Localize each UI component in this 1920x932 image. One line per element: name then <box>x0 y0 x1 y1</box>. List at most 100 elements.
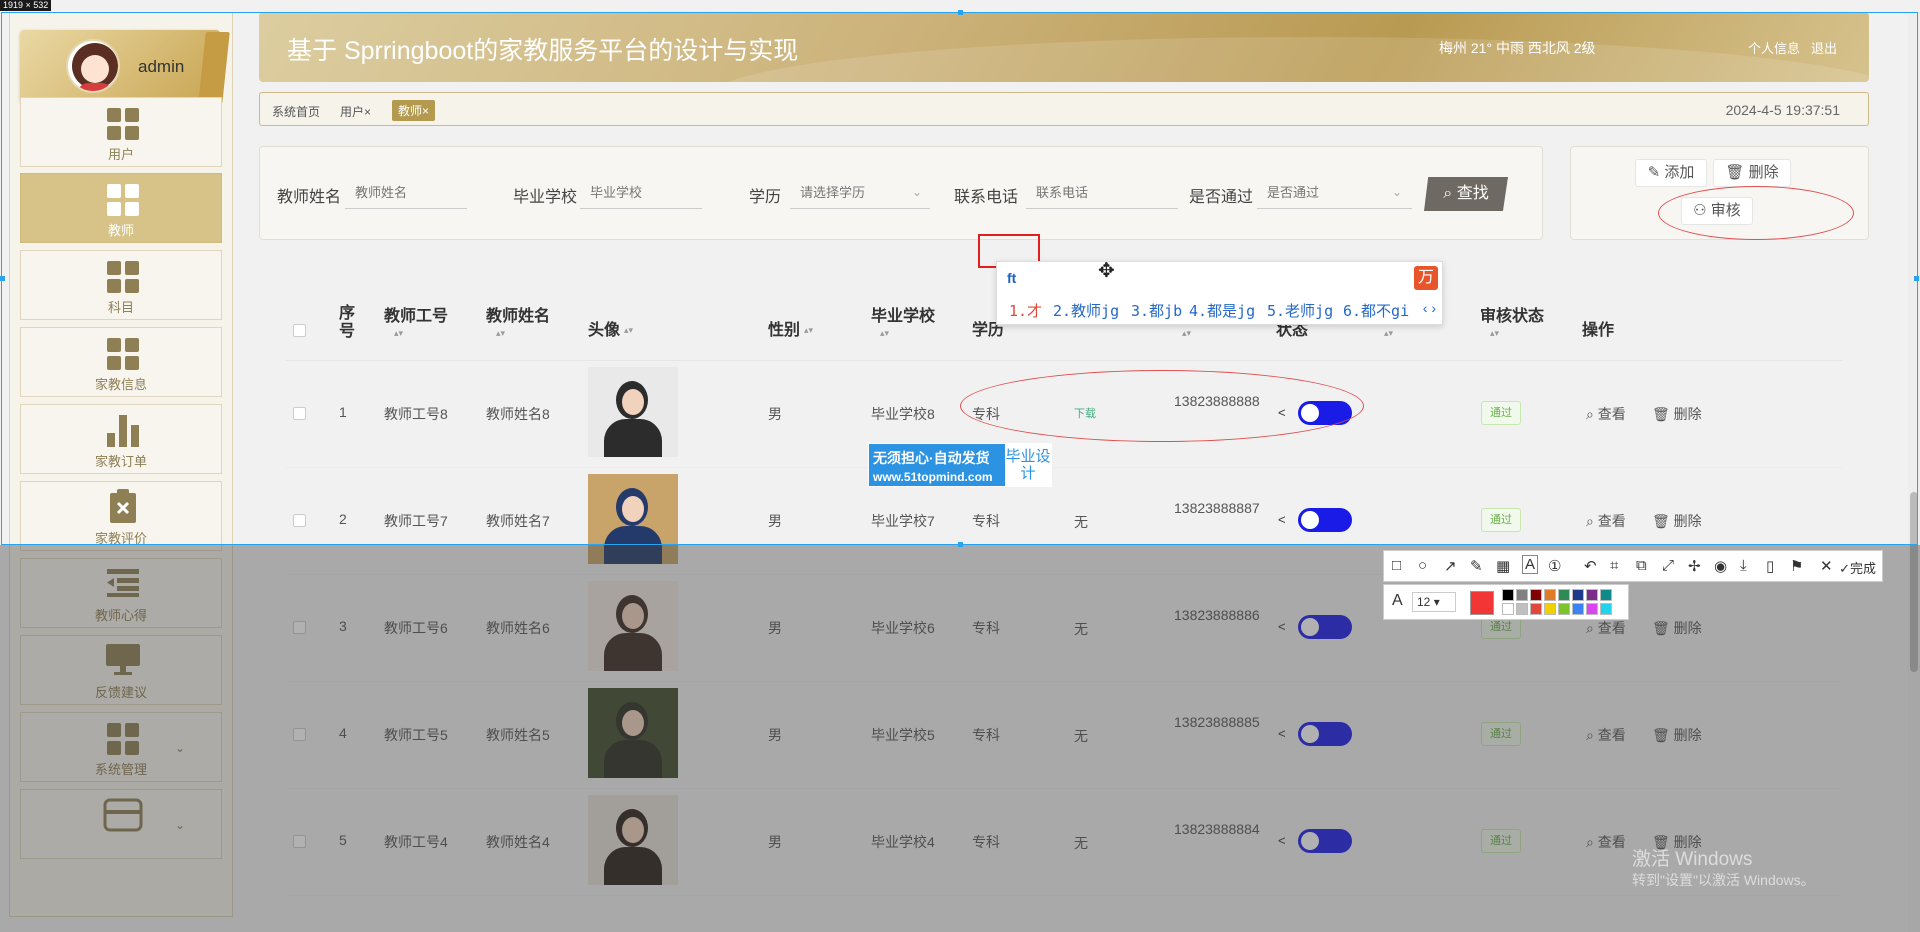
status-toggle[interactable] <box>1298 401 1352 425</box>
ime-candidate[interactable]: 6.都不gi <box>1343 300 1409 321</box>
profile-link[interactable]: 个人信息 <box>1748 38 1800 57</box>
translate-icon[interactable]: ⧉ <box>1636 557 1647 574</box>
th-review-status[interactable]: 审核状态 <box>1480 302 1544 326</box>
sidebar-item-tutoring-orders[interactable]: 家教订单 <box>20 404 222 474</box>
sidebar-item-more[interactable]: ⌄ <box>20 789 222 859</box>
sidebar-item-system-management[interactable]: ⌄ 系统管理 <box>20 712 222 782</box>
current-color-swatch[interactable] <box>1470 591 1494 615</box>
th-teacher-name[interactable]: 教师姓名 <box>486 302 550 326</box>
done-button[interactable]: ✓完成 <box>1839 558 1876 577</box>
view-button[interactable]: ⌕ 查看 <box>1586 404 1626 424</box>
sidebar-item-teacher-notes[interactable]: 教师心得 <box>20 558 222 628</box>
name-input[interactable] <box>345 177 467 209</box>
share-icon[interactable]: < <box>1278 512 1286 527</box>
text-tool-icon[interactable]: A <box>1522 555 1539 574</box>
share-icon[interactable]: < <box>1278 833 1286 848</box>
row-checkbox[interactable] <box>293 407 306 420</box>
phone-icon[interactable]: ▯ <box>1766 557 1774 575</box>
capture-handle[interactable] <box>958 10 963 15</box>
number-tool-icon[interactable]: ① <box>1548 557 1561 575</box>
pen-tool-icon[interactable]: ✎ <box>1470 557 1483 575</box>
teacher-photo[interactable] <box>588 795 678 885</box>
teacher-photo[interactable] <box>588 688 678 778</box>
row-checkbox[interactable] <box>293 835 306 848</box>
color-swatch[interactable] <box>1544 603 1556 615</box>
ime-candidate[interactable]: 2.教师jg <box>1053 300 1119 321</box>
ellipse-tool-icon[interactable]: ○ <box>1418 557 1427 574</box>
download-icon[interactable]: ⤓ <box>1740 557 1747 574</box>
education-select[interactable] <box>790 177 930 209</box>
sidebar-item-users[interactable]: 用户 <box>20 97 222 167</box>
ocr-icon[interactable]: ⌗ <box>1610 557 1618 574</box>
undo-icon[interactable]: ↶ <box>1584 557 1597 575</box>
select-all-checkbox[interactable] <box>293 324 306 337</box>
share-icon[interactable]: < <box>1278 619 1286 634</box>
share-icon[interactable]: < <box>1278 405 1286 420</box>
status-toggle[interactable] <box>1298 615 1352 639</box>
capture-handle[interactable] <box>958 542 963 547</box>
color-swatch[interactable] <box>1586 603 1598 615</box>
pin-icon[interactable]: ✢ <box>1688 557 1701 575</box>
capture-handle[interactable] <box>0 276 5 281</box>
bookmark-icon[interactable]: ⚑ <box>1790 557 1803 575</box>
download-link[interactable]: 下载 <box>1074 405 1096 421</box>
th-index[interactable]: 序号 <box>339 305 359 341</box>
crumb-teachers[interactable]: 教师× <box>392 100 436 121</box>
ime-candidate[interactable]: 5.老师jg <box>1267 300 1333 321</box>
color-swatch[interactable] <box>1530 589 1542 601</box>
scroll-capture-icon[interactable]: ⤢ <box>1662 557 1674 574</box>
th-teacher-no[interactable]: 教师工号 <box>384 302 448 326</box>
teacher-photo[interactable] <box>588 581 678 671</box>
record-icon[interactable]: ◉ <box>1714 557 1727 575</box>
sidebar-item-teachers[interactable]: 教师 <box>20 173 222 243</box>
row-delete-button[interactable]: 🗑 删除 <box>1652 511 1702 531</box>
teacher-photo[interactable] <box>588 474 678 564</box>
color-swatch[interactable] <box>1600 603 1612 615</box>
capture-handle[interactable] <box>1914 276 1919 281</box>
add-button[interactable]: ✎ 添加 <box>1635 159 1707 187</box>
close-icon[interactable]: ✕ <box>1820 557 1833 575</box>
row-delete-button[interactable]: 🗑 删除 <box>1652 725 1702 745</box>
status-toggle[interactable] <box>1298 722 1352 746</box>
ime-candidate[interactable]: 3.都jb <box>1131 300 1182 321</box>
status-toggle[interactable] <box>1298 829 1352 853</box>
pass-select[interactable] <box>1257 177 1412 209</box>
status-toggle[interactable] <box>1298 508 1352 532</box>
color-swatch[interactable] <box>1572 603 1584 615</box>
color-swatch[interactable] <box>1572 589 1584 601</box>
crumb-home[interactable]: 系统首页 <box>272 103 320 120</box>
arrow-tool-icon[interactable]: ↗ <box>1444 557 1457 575</box>
view-button[interactable]: ⌕ 查看 <box>1586 618 1626 638</box>
find-button[interactable]: ⌕ 查找 <box>1424 177 1508 211</box>
scroll-thumb[interactable] <box>1910 492 1918 672</box>
sidebar-item-tutoring-reviews[interactable]: 家教评价 <box>20 481 222 551</box>
row-delete-button[interactable]: 🗑 删除 <box>1652 618 1702 638</box>
review-button[interactable]: ⚇ 审核 <box>1681 197 1753 225</box>
th-gender[interactable]: 性别 ▴▾ <box>768 316 813 340</box>
color-swatch[interactable] <box>1544 589 1556 601</box>
mosaic-tool-icon[interactable]: ▦ <box>1496 557 1510 575</box>
color-swatch[interactable] <box>1530 603 1542 615</box>
color-swatch[interactable] <box>1516 603 1528 615</box>
color-swatch[interactable] <box>1586 589 1598 601</box>
color-swatch[interactable] <box>1502 603 1514 615</box>
row-delete-button[interactable]: 🗑 删除 <box>1652 404 1702 424</box>
share-icon[interactable]: < <box>1278 726 1286 741</box>
color-swatch[interactable] <box>1516 589 1528 601</box>
logout-link[interactable]: 退出 <box>1811 38 1837 57</box>
crumb-users[interactable]: 用户× <box>340 103 371 120</box>
view-button[interactable]: ⌕ 查看 <box>1586 725 1626 745</box>
phone-input[interactable] <box>1026 177 1178 209</box>
teacher-photo[interactable] <box>588 367 678 457</box>
th-photo[interactable]: 头像 ▴▾ <box>588 316 633 340</box>
row-checkbox[interactable] <box>293 728 306 741</box>
font-size-select[interactable]: 12 ▾ <box>1412 592 1456 612</box>
ime-candidate[interactable]: 4.都是jg <box>1189 300 1255 321</box>
th-school[interactable]: 毕业学校 <box>871 302 935 326</box>
sidebar-item-tutoring-info[interactable]: 家教信息 <box>20 327 222 397</box>
page-scrollbar[interactable] <box>1908 12 1920 932</box>
ime-candidate[interactable]: 1.才 <box>1009 300 1042 321</box>
sidebar-item-subjects[interactable]: 科目 <box>20 250 222 320</box>
view-button[interactable]: ⌕ 查看 <box>1586 832 1626 852</box>
user-profile-card[interactable]: admin <box>20 30 220 104</box>
